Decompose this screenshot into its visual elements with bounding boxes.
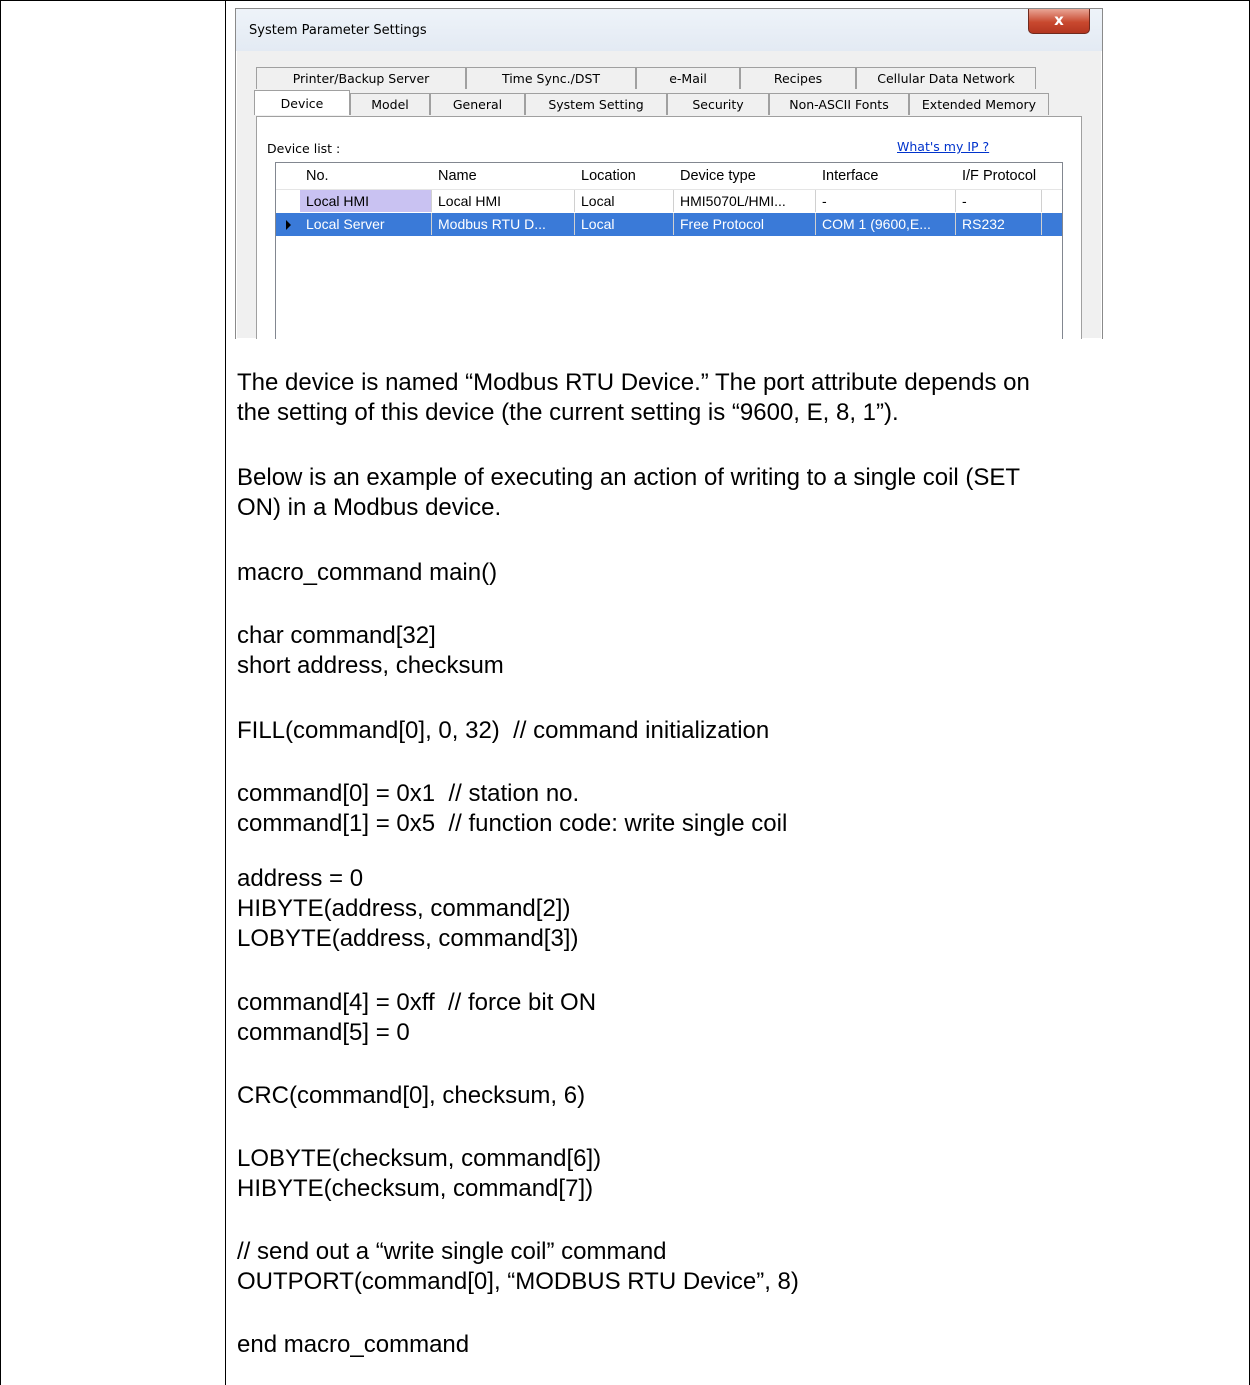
tab-security[interactable]: Security	[667, 93, 769, 115]
paragraph-line: Below is an example of executing an acti…	[237, 464, 1021, 491]
device-tab-panel: Device list : What's my IP ? No. Name Lo…	[256, 116, 1082, 339]
cell-no: Local HMI	[300, 190, 432, 212]
device-list-label: Device list :	[267, 141, 341, 156]
tab-time-sync-dst[interactable]: Time Sync./DST	[466, 67, 636, 89]
table-row[interactable]: Local HMI Local HMI Local HMI5070L/HMI..…	[276, 190, 1062, 213]
column-header-no[interactable]: No.	[306, 165, 426, 187]
code-line: short address, checksum	[237, 652, 504, 679]
table-column-divider	[225, 0, 226, 1385]
code-line: HIBYTE(address, command[2])	[237, 895, 571, 922]
cell-interface: COM 1 (9600,E...	[816, 213, 956, 235]
tab-e-mail[interactable]: e-Mail	[636, 67, 740, 89]
cell-name: Local HMI	[432, 190, 575, 212]
tab-non-ascii-fonts[interactable]: Non-ASCII Fonts	[769, 93, 909, 115]
code-line: FILL(command[0], 0, 32) // command initi…	[237, 717, 770, 744]
code-line: // send out a “write single coil” comman…	[237, 1238, 667, 1265]
column-header-if-protocol[interactable]: I/F Protocol	[962, 165, 1062, 187]
code-line: command[1] = 0x5 // function code: write…	[237, 810, 788, 837]
tab-row-front: Device Model General System Setting Secu…	[254, 90, 1049, 115]
tab-cellular-data-network[interactable]: Cellular Data Network	[856, 67, 1036, 89]
device-list-table: No. Name Location Device type Interface …	[275, 162, 1063, 339]
column-header-device-type[interactable]: Device type	[680, 165, 810, 187]
code-line: address = 0	[237, 865, 364, 892]
table-border-left	[0, 0, 1, 1385]
code-line: macro_command main()	[237, 559, 498, 586]
code-line: LOBYTE(address, command[3])	[237, 925, 579, 952]
tab-extended-memory[interactable]: Extended Memory	[909, 93, 1049, 115]
dialog-title: System Parameter Settings	[249, 23, 427, 38]
cell-location: Local	[575, 213, 674, 235]
cell-no: Local Server	[300, 213, 432, 235]
close-button[interactable]: x	[1028, 9, 1090, 34]
cell-if-protocol: RS232	[956, 213, 1042, 235]
cell-device-type: HMI5070L/HMI...	[674, 190, 816, 212]
code-line: command[4] = 0xff // force bit ON	[237, 989, 597, 1016]
code-line: command[5] = 0	[237, 1019, 410, 1046]
code-line: command[0] = 0x1 // station no.	[237, 780, 580, 807]
paragraph-line: The device is named “Modbus RTU Device.”…	[237, 369, 1030, 396]
whats-my-ip-link[interactable]: What's my IP ?	[897, 139, 989, 154]
table-header: No. Name Location Device type Interface …	[276, 163, 1062, 190]
code-line: HIBYTE(checksum, command[7])	[237, 1175, 594, 1202]
code-line: OUTPORT(command[0], “MODBUS RTU Device”,…	[237, 1268, 799, 1295]
system-parameter-settings-dialog: System Parameter Settings x Printer/Back…	[235, 8, 1103, 339]
column-header-interface[interactable]: Interface	[822, 165, 952, 187]
tab-row-back: Printer/Backup Server Time Sync./DST e-M…	[256, 67, 1036, 89]
cell-location: Local	[575, 190, 674, 212]
code-line: char command[32]	[237, 622, 436, 649]
tab-recipes[interactable]: Recipes	[740, 67, 856, 89]
cell-device-type: Free Protocol	[674, 213, 816, 235]
table-row-selected[interactable]: Local Server Modbus RTU D... Local Free …	[276, 213, 1062, 236]
tab-device[interactable]: Device	[254, 90, 350, 115]
row-pointer-icon	[286, 220, 291, 230]
tab-printer-backup-server[interactable]: Printer/Backup Server	[256, 67, 466, 89]
code-line: LOBYTE(checksum, command[6])	[237, 1145, 602, 1172]
code-line: end macro_command	[237, 1331, 470, 1358]
tab-general[interactable]: General	[430, 93, 525, 115]
tab-system-setting[interactable]: System Setting	[525, 93, 667, 115]
cell-interface: -	[816, 190, 956, 212]
paragraph-line: ON) in a Modbus device.	[237, 494, 502, 521]
tab-model[interactable]: Model	[350, 93, 430, 115]
column-header-location[interactable]: Location	[581, 165, 671, 187]
cell-name: Modbus RTU D...	[432, 213, 575, 235]
paragraph-line: the setting of this device (the current …	[237, 399, 899, 426]
column-header-name[interactable]: Name	[438, 165, 568, 187]
code-line: CRC(command[0], checksum, 6)	[237, 1082, 586, 1109]
dialog-titlebar: System Parameter Settings x	[236, 9, 1102, 51]
table-border-top	[0, 0, 1250, 1]
cell-if-protocol: -	[956, 190, 1042, 212]
